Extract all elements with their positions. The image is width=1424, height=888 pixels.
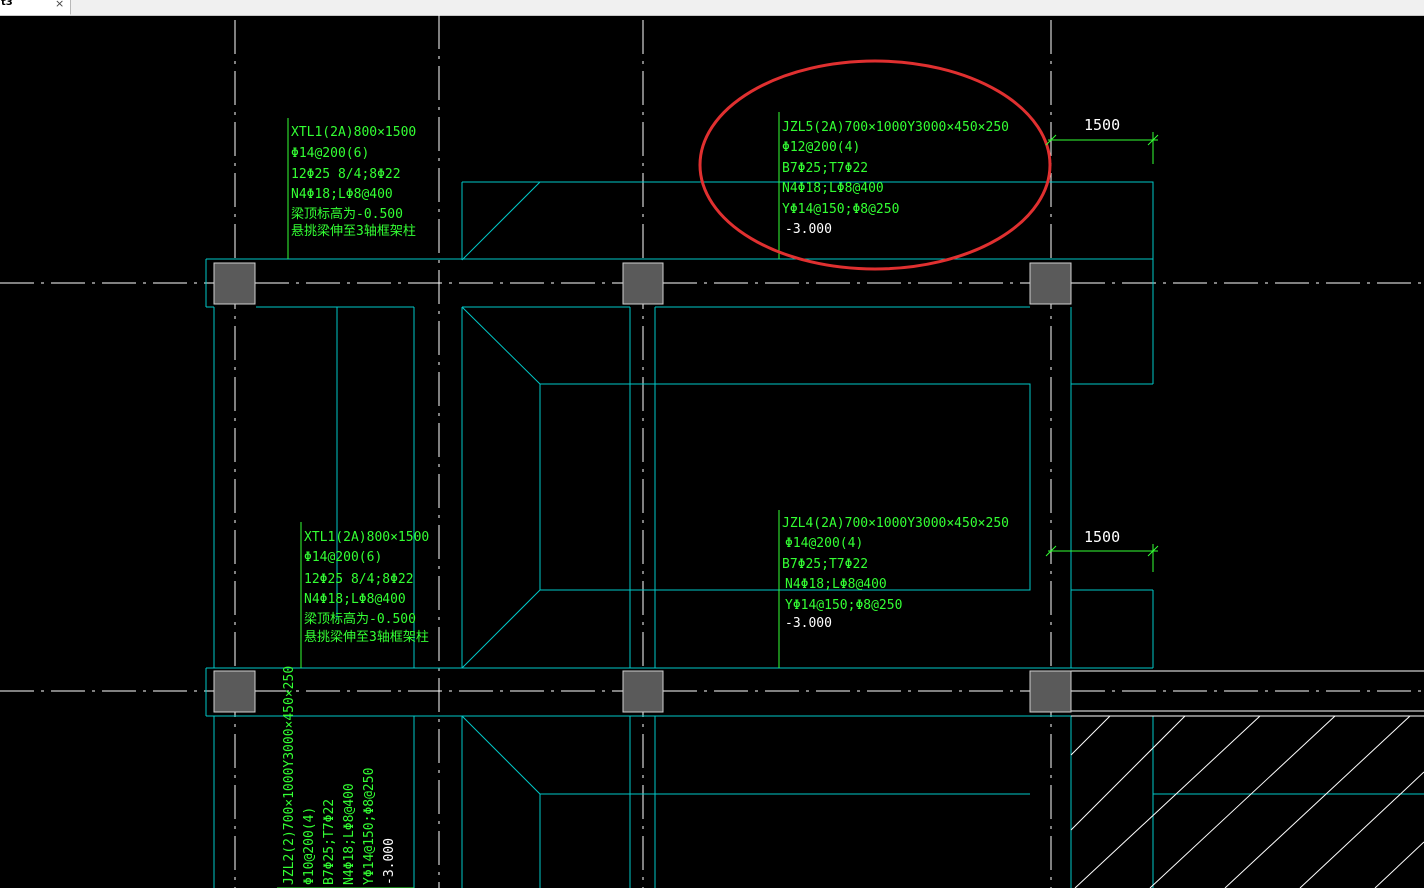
svg-text:N4Φ18;LΦ8@400: N4Φ18;LΦ8@400: [291, 187, 393, 202]
svg-text:-3.000: -3.000: [785, 616, 832, 631]
svg-text:1500: 1500: [1084, 528, 1120, 546]
column: [213, 670, 256, 713]
column: [1029, 262, 1072, 305]
beam-label-jzl2: JZL2(2)700×1000Y3000×450×250 Φ10@200(4) …: [282, 666, 397, 885]
beam-label-jzl4: JZL4(2A)700×1000Y3000×450×250 Φ14@200(4)…: [782, 516, 1009, 631]
svg-text:-3.000: -3.000: [785, 222, 832, 237]
drawing-tab-label: t3: [1, 0, 13, 8]
drawing-tab[interactable]: t3 ×: [0, 0, 71, 15]
svg-text:N4Φ18;LΦ8@400: N4Φ18;LΦ8@400: [342, 783, 357, 885]
svg-text:JZL4(2A)700×1000Y3000×450×250: JZL4(2A)700×1000Y3000×450×250: [782, 516, 1009, 531]
hatch-area: [1070, 715, 1424, 888]
svg-text:B7Φ25;T7Φ22: B7Φ25;T7Φ22: [322, 799, 337, 885]
beam-label-jzl5: JZL5(2A)700×1000Y3000×450×250 Φ12@200(4)…: [782, 120, 1009, 237]
svg-text:Φ14@200(4): Φ14@200(4): [785, 536, 863, 551]
svg-text:12Φ25 8/4;8Φ22: 12Φ25 8/4;8Φ22: [291, 167, 401, 182]
column: [622, 262, 664, 305]
svg-text:悬挑梁伸至3轴框架柱: 悬挑梁伸至3轴框架柱: [291, 224, 416, 239]
svg-text:YΦ14@150;Φ8@250: YΦ14@150;Φ8@250: [362, 768, 377, 885]
column: [1029, 670, 1072, 713]
svg-text:1500: 1500: [1084, 116, 1120, 134]
column: [622, 670, 664, 713]
dimension-top: 1500: [1045, 116, 1159, 164]
svg-text:梁顶标高为-0.500: 梁顶标高为-0.500: [304, 611, 416, 627]
highlight-ellipse: [698, 59, 1052, 271]
cad-drawing-canvas[interactable]: XTL1(2A)800×1500 Φ14@200(6) 12Φ25 8/4;8Φ…: [0, 15, 1424, 888]
svg-text:Φ14@200(6): Φ14@200(6): [291, 146, 369, 161]
svg-text:Φ10@200(4): Φ10@200(4): [302, 807, 317, 885]
close-icon[interactable]: ×: [55, 0, 64, 10]
beam-label-xtl1-top: XTL1(2A)800×1500 Φ14@200(6) 12Φ25 8/4;8Φ…: [291, 125, 416, 239]
column: [213, 262, 256, 305]
svg-text:YΦ14@150;Φ8@250: YΦ14@150;Φ8@250: [782, 202, 899, 217]
svg-text:B7Φ25;T7Φ22: B7Φ25;T7Φ22: [782, 161, 868, 176]
svg-text:YΦ14@150;Φ8@250: YΦ14@150;Φ8@250: [785, 598, 902, 613]
svg-text:B7Φ25;T7Φ22: B7Φ25;T7Φ22: [782, 557, 868, 572]
svg-text:12Φ25 8/4;8Φ22: 12Φ25 8/4;8Φ22: [304, 572, 414, 587]
svg-text:N4Φ18;LΦ8@400: N4Φ18;LΦ8@400: [785, 577, 887, 592]
svg-text:N4Φ18;LΦ8@400: N4Φ18;LΦ8@400: [782, 181, 884, 196]
svg-text:JZL2(2)700×1000Y3000×450×250: JZL2(2)700×1000Y3000×450×250: [282, 666, 297, 885]
svg-text:XTL1(2A)800×1500: XTL1(2A)800×1500: [291, 125, 416, 140]
svg-text:XTL1(2A)800×1500: XTL1(2A)800×1500: [304, 530, 429, 545]
svg-text:梁顶标高为-0.500: 梁顶标高为-0.500: [291, 206, 403, 222]
tab-bar: t3 ×: [0, 0, 1424, 16]
svg-text:Φ12@200(4): Φ12@200(4): [782, 140, 860, 155]
svg-text:JZL5(2A)700×1000Y3000×450×250: JZL5(2A)700×1000Y3000×450×250: [782, 120, 1009, 135]
beam-label-xtl1-mid: XTL1(2A)800×1500 Φ14@200(6) 12Φ25 8/4;8Φ…: [304, 530, 429, 645]
svg-text:-3.000: -3.000: [382, 838, 397, 885]
svg-text:N4Φ18;LΦ8@400: N4Φ18;LΦ8@400: [304, 592, 406, 607]
svg-text:悬挑梁伸至3轴框架柱: 悬挑梁伸至3轴框架柱: [304, 630, 429, 645]
dimension-middle: 1500: [1045, 528, 1159, 572]
svg-text:Φ14@200(6): Φ14@200(6): [304, 550, 382, 565]
right-beam: [1071, 670, 1424, 717]
